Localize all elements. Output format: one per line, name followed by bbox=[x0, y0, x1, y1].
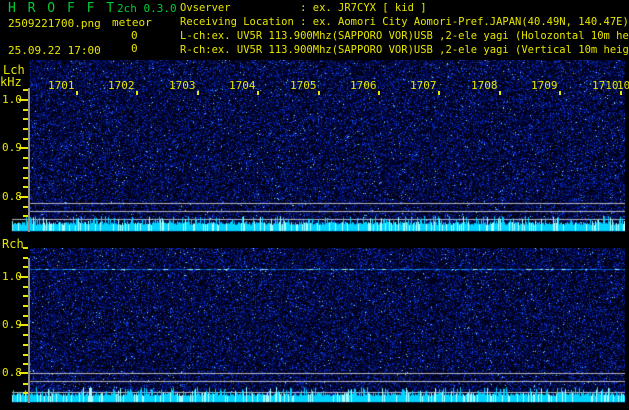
time-tick bbox=[559, 91, 561, 95]
freq-minor-tick bbox=[23, 206, 28, 208]
freq-minor-tick bbox=[23, 305, 28, 307]
time-label: 1703 bbox=[169, 79, 196, 92]
lch-unit-label: kHz bbox=[0, 75, 22, 89]
observer-line: Ovserver : ex. JR7CYX [ kid ] bbox=[180, 1, 629, 15]
freq-minor-tick bbox=[23, 118, 28, 120]
time-tick bbox=[197, 91, 199, 95]
freq-minor-tick bbox=[23, 257, 28, 259]
freq-minor-tick bbox=[23, 286, 28, 288]
freq-minor-tick bbox=[23, 354, 28, 356]
freq-major-tick bbox=[19, 99, 28, 101]
time-label: 1702 bbox=[108, 79, 135, 92]
output-filename: 2509221700.png bbox=[8, 17, 101, 30]
freq-minor-tick bbox=[23, 177, 28, 179]
receiving-location-line: Receiving Location : ex. Aomori City Aom… bbox=[180, 15, 629, 29]
time-label: 1707 bbox=[410, 79, 437, 92]
rch-spectrogram bbox=[8, 248, 625, 403]
freq-minor-tick bbox=[23, 392, 28, 394]
meteor-count-1: 0 bbox=[131, 29, 138, 42]
time-tick bbox=[499, 91, 501, 95]
lch-config-line: L-ch:ex. UV5R 113.900Mhz(SAPPORO VOR)USB… bbox=[180, 29, 629, 43]
time-label: 1706 bbox=[350, 79, 377, 92]
time-tick bbox=[378, 91, 380, 95]
time-tick bbox=[438, 91, 440, 95]
time-label-partial: 10 bbox=[617, 79, 629, 92]
freq-minor-tick bbox=[23, 266, 28, 268]
datetime-label: 25.09.22 17:00 bbox=[8, 44, 101, 57]
rch-config-line: R-ch:ex. UV5R 113.900Mhz(SAPPORO VOR)USB… bbox=[180, 43, 629, 57]
freq-minor-tick bbox=[23, 363, 28, 365]
freq-minor-tick bbox=[23, 186, 28, 188]
time-label: 1704 bbox=[229, 79, 256, 92]
meteor-counter-label: meteor bbox=[112, 16, 152, 29]
time-tick bbox=[318, 91, 320, 95]
lch-freq-axis-line bbox=[28, 88, 30, 232]
rch-label: Rch bbox=[2, 237, 24, 251]
rch-freq-axis-line bbox=[28, 258, 30, 403]
time-label: 1705 bbox=[290, 79, 317, 92]
time-tick bbox=[76, 91, 78, 95]
meteor-count-2: 0 bbox=[131, 42, 138, 55]
app-version: 2ch 0.3.0 bbox=[117, 2, 177, 15]
freq-major-tick bbox=[19, 324, 28, 326]
time-label: 1709 bbox=[531, 79, 558, 92]
freq-major-tick bbox=[19, 276, 28, 278]
freq-minor-tick bbox=[23, 167, 28, 169]
freq-major-tick bbox=[19, 196, 28, 198]
freq-minor-tick bbox=[23, 215, 28, 217]
header-info: Ovserver : ex. JR7CYX [ kid ] Receiving … bbox=[180, 1, 629, 59]
freq-minor-tick bbox=[23, 128, 28, 130]
time-label: 1708 bbox=[471, 79, 498, 92]
freq-major-tick bbox=[19, 147, 28, 149]
freq-minor-tick bbox=[23, 157, 28, 159]
freq-minor-tick bbox=[23, 109, 28, 111]
freq-minor-tick bbox=[23, 247, 28, 249]
freq-minor-tick bbox=[23, 138, 28, 140]
app-title: H R O F F T bbox=[8, 1, 116, 16]
time-tick bbox=[257, 91, 259, 95]
hrofft-screen: H R O F F T 2ch 0.3.0 2509221700.png met… bbox=[0, 0, 629, 410]
freq-minor-tick bbox=[23, 89, 28, 91]
freq-minor-tick bbox=[23, 383, 28, 385]
freq-minor-tick bbox=[23, 334, 28, 336]
freq-minor-tick bbox=[23, 344, 28, 346]
time-label: 1701 bbox=[48, 79, 75, 92]
freq-minor-tick bbox=[23, 315, 28, 317]
time-tick bbox=[136, 91, 138, 95]
time-label: 1710 bbox=[592, 79, 619, 92]
freq-major-tick bbox=[19, 372, 28, 374]
freq-minor-tick bbox=[23, 295, 28, 297]
